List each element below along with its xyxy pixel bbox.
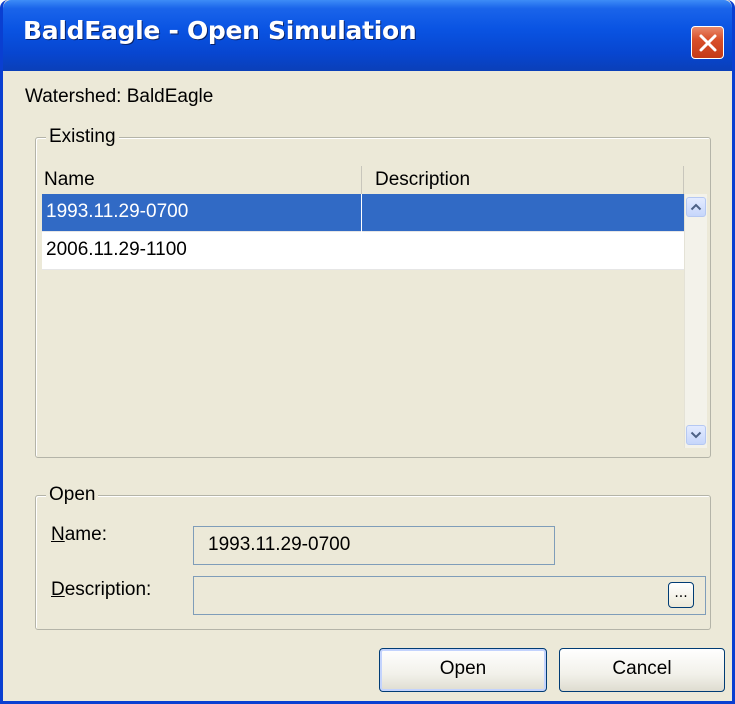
cell-name: 2006.11.29-1100 xyxy=(46,239,187,260)
watershed-label: Watershed: BaldEagle xyxy=(25,86,214,107)
open-simulation-dialog: BaldEagle - Open Simulation Watershed: B… xyxy=(0,0,735,704)
cancel-button[interactable]: Cancel xyxy=(559,648,725,692)
open-button[interactable]: Open xyxy=(379,648,547,692)
table-rows: 1993.11.29-0700 2006.11.29-1100 xyxy=(42,194,684,270)
column-header-name[interactable]: Name xyxy=(42,166,362,194)
description-label-text: escription: xyxy=(64,579,152,600)
chevron-down-icon xyxy=(690,431,702,439)
vertical-scrollbar[interactable] xyxy=(684,194,707,448)
title-bar[interactable]: BaldEagle - Open Simulation xyxy=(3,0,732,71)
scroll-up-button[interactable] xyxy=(686,197,706,217)
description-label-mnemonic: D xyxy=(51,579,65,600)
scroll-down-button[interactable] xyxy=(686,425,706,445)
close-button[interactable] xyxy=(691,26,724,59)
column-header-description[interactable]: Description xyxy=(362,166,684,194)
table-row[interactable]: 2006.11.29-1100 xyxy=(42,232,684,270)
simulation-table: Name Description 1993.11.29-0700 2006.11… xyxy=(42,166,684,448)
open-group: Open Name: 1993.11.29-0700 Description: … xyxy=(35,484,711,630)
name-label-mnemonic: N xyxy=(51,524,65,545)
description-browse-button[interactable]: ... xyxy=(668,582,694,608)
cell-name: 1993.11.29-0700 xyxy=(42,194,362,232)
open-group-label: Open xyxy=(46,484,99,506)
cell-description xyxy=(362,232,684,270)
chevron-up-icon xyxy=(690,203,702,211)
window-title: BaldEagle - Open Simulation xyxy=(23,16,417,45)
description-label: Description: xyxy=(51,579,151,601)
cell-description xyxy=(362,194,684,232)
close-icon xyxy=(699,34,717,52)
existing-group: Existing Name Description 1993.11.29-070… xyxy=(35,126,711,458)
table-row[interactable]: 1993.11.29-0700 xyxy=(42,194,684,232)
name-field[interactable]: 1993.11.29-0700 xyxy=(193,526,555,565)
existing-group-label: Existing xyxy=(46,126,119,148)
name-label-text: ame: xyxy=(64,524,107,545)
description-field[interactable] xyxy=(193,576,706,615)
name-label: Name: xyxy=(51,524,107,546)
